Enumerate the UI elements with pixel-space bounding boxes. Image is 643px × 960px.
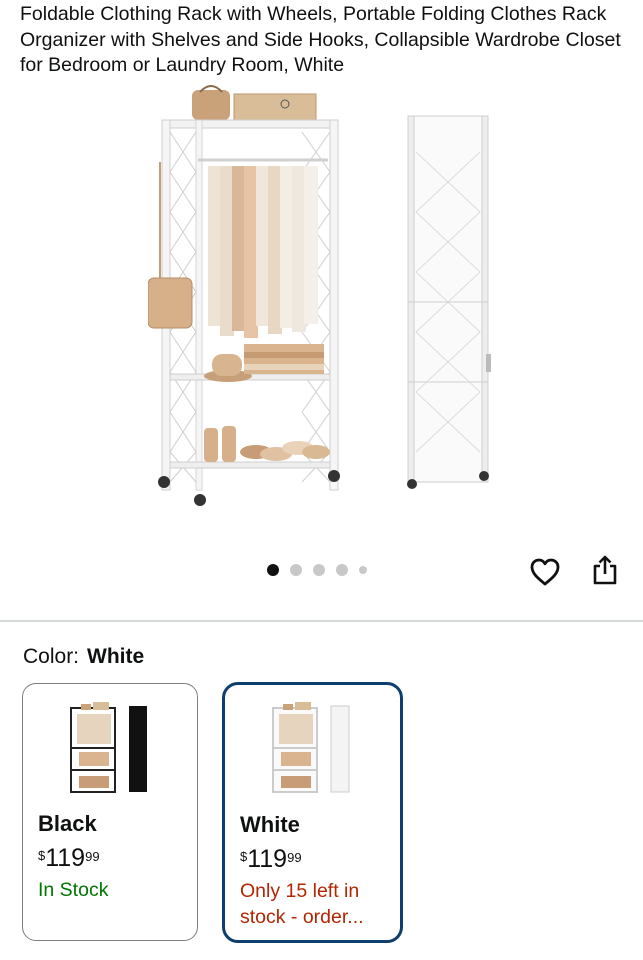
pagination-dot[interactable]	[290, 564, 302, 576]
pagination-dot[interactable]	[336, 564, 348, 576]
variant-price: $11999	[38, 844, 100, 872]
pagination-dot-active[interactable]	[267, 564, 279, 576]
variant-thumbnail-black	[70, 702, 147, 793]
share-icon[interactable]	[589, 553, 621, 587]
color-variant-black[interactable]: Black $11999 In Stock	[22, 683, 198, 941]
variant-stock-status: Only 15 left in stock - order...	[240, 880, 364, 928]
color-variant-white[interactable]: White $11999 Only 15 left in stock - ord…	[222, 682, 403, 943]
variant-name: Black	[38, 811, 97, 836]
heart-icon[interactable]	[528, 555, 562, 589]
image-pagination[interactable]	[267, 563, 367, 577]
color-label-text: Color:	[23, 645, 80, 668]
color-selection-label: Color: White	[23, 645, 144, 669]
variant-name: White	[240, 812, 300, 837]
pagination-dot[interactable]	[359, 566, 367, 574]
variant-price: $11999	[240, 845, 302, 873]
product-image-gallery[interactable]	[0, 82, 643, 522]
selected-color-value: White	[87, 645, 145, 668]
variant-stock-status: In Stock	[38, 879, 109, 901]
product-title: Foldable Clothing Rack with Wheels, Port…	[20, 3, 621, 76]
product-image-rack-folded	[407, 115, 491, 489]
section-divider	[0, 620, 643, 622]
product-image-rack-assembled	[148, 85, 340, 506]
pagination-dot[interactable]	[313, 564, 325, 576]
variant-thumbnail-white	[272, 702, 350, 793]
